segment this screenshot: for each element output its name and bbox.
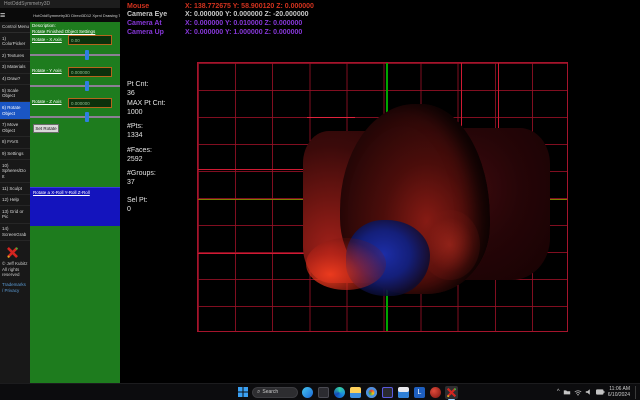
battery-icon[interactable]: [596, 388, 605, 396]
control-menu-sidebar: Control Menu 1) ColorPicker 2) Textures …: [0, 22, 30, 383]
rotate-y-label: Rotate - Y Axis: [32, 68, 62, 73]
trademarks-privacy-link[interactable]: Trademarks / Privacy: [2, 282, 28, 294]
stat-pts: #Pts:1334: [127, 123, 143, 141]
photos-app-icon[interactable]: [381, 386, 394, 399]
app-header: ≡ HotOddSymmetry3D Direct3D12 Xprnl Draw…: [0, 8, 125, 22]
grid-highlight-segment: [461, 63, 462, 133]
sidebar-item-grid-or-pic[interactable]: 13) Grid or Pic: [0, 206, 30, 223]
task-view-icon[interactable]: [317, 386, 330, 399]
rotate-settings-panel: Description: Rotate Finished Object Sett…: [30, 22, 120, 383]
rotate-info-text: Rotate a X-Roll Y-Roll Z-Roll: [30, 188, 120, 195]
sidebar-item-textures[interactable]: 2) Textures: [0, 50, 30, 62]
hamburger-menu-icon[interactable]: ≡: [0, 10, 5, 20]
tray-clock[interactable]: 11:06 AM 6/10/2024: [608, 386, 630, 399]
chrome-browser-icon[interactable]: [365, 386, 378, 399]
hotoddsymmetry-app-icon[interactable]: [445, 386, 458, 399]
search-input[interactable]: ⌕ Search: [252, 387, 298, 398]
rotate-x-slider[interactable]: [30, 54, 120, 56]
stat-sel-pt: Sel Pt:0: [127, 197, 148, 215]
tray-date: 6/10/2024: [608, 392, 630, 399]
search-icon: ⌕: [257, 389, 260, 396]
desktop-title-strip: HotOddSymmetry3D: [0, 0, 125, 8]
rotate-z-input[interactable]: [68, 98, 112, 108]
footer-logo-x-icon: [6, 246, 19, 259]
wifi-icon[interactable]: [574, 388, 582, 396]
rotate-z-slider-thumb[interactable]: [85, 112, 89, 122]
stat-faces: #Faces:2592: [127, 147, 152, 165]
sidebar-item-move-object[interactable]: 7) Move Object: [0, 120, 30, 137]
stat-pt-cnt: Pt Cnt:36: [127, 81, 148, 99]
sidebar-item-favs[interactable]: 8) FAVS: [0, 137, 30, 149]
camera-eye-readout: Camera EyeX: 0.000000 Y: 0.000000 Z: -20…: [127, 11, 309, 18]
window-title: HotOddSymmetry3D Direct3D12 Xprnl Drawin…: [33, 13, 128, 18]
taskbar: ⌕ Search L ^ 11:06 AM 6/10/2024: [0, 383, 640, 400]
store-app-icon[interactable]: [397, 386, 410, 399]
sidebar-item-materials[interactable]: 3) Materials: [0, 62, 30, 74]
start-button[interactable]: [236, 386, 249, 399]
mouse-coords-readout: MouseX: 138.772675 Y: 58.900120 Z: 0.000…: [127, 3, 314, 10]
grid-highlight-segment: [307, 117, 355, 118]
edge-browser-icon[interactable]: [333, 386, 346, 399]
grid-highlight-segment: [198, 253, 308, 254]
viewport-3d[interactable]: MouseX: 138.772675 Y: 58.900120 Z: 0.000…: [120, 0, 640, 383]
rotate-x-input[interactable]: [68, 35, 112, 45]
sidebar-item-draw[interactable]: 4) Draw?: [0, 74, 30, 86]
sidebar-header: Control Menu: [0, 22, 30, 33]
red-app-icon[interactable]: [429, 386, 442, 399]
rotate-x-label: Rotate - X Axis: [32, 37, 62, 42]
volume-icon[interactable]: [585, 388, 593, 396]
rotate-y-slider-thumb[interactable]: [85, 81, 89, 91]
set-rotate-button[interactable]: Set Rotate: [33, 124, 59, 133]
model-red-hotspot: [306, 238, 386, 290]
camera-up-readout: Camera UpX: 0.000000 Y: 1.000000 Z: 0.00…: [127, 29, 302, 36]
tray-chevron-icon[interactable]: ^: [557, 389, 560, 395]
panel-title-link[interactable]: Rotate Finished Object Settings: [32, 29, 95, 34]
camera-at-readout: Camera AtX: 0.000000 Y: 0.010000 Z: 0.00…: [127, 20, 302, 27]
rotate-info-box: Rotate a X-Roll Y-Roll Z-Roll: [30, 187, 120, 226]
file-explorer-icon[interactable]: [349, 386, 362, 399]
sidebar-item-help[interactable]: 12) Help: [0, 195, 30, 207]
sidebar-item-settings[interactable]: 9) Settings: [0, 149, 30, 161]
stat-groups: #Groups:37: [127, 170, 156, 188]
sidebar-item-colorpicker[interactable]: 1) ColorPicker: [0, 33, 30, 50]
rotate-y-input[interactable]: [68, 67, 112, 77]
stat-max-pt-cnt: MAX Pt Cnt:1000: [127, 100, 166, 118]
description-label: Description:: [32, 23, 56, 28]
desktop-title: HotOddSymmetry3D: [0, 0, 125, 8]
rotate-y-slider[interactable]: [30, 85, 120, 87]
sidebar-item-spheres[interactable]: 10) Spheres/Do It: [0, 160, 30, 183]
sidebar-item-sculpt[interactable]: 11) Sculpt: [0, 183, 30, 195]
rotate-x-slider-thumb[interactable]: [85, 50, 89, 60]
copilot-icon[interactable]: [301, 386, 314, 399]
sidebar-footer: © Jeff Kubitz All rights reserved Tradem…: [0, 244, 30, 295]
sidebar-item-scale-object[interactable]: 5) Scale Object: [0, 85, 30, 102]
copyright-text: © Jeff Kubitz All rights reserved: [2, 261, 28, 279]
model-red-streaks: [420, 210, 480, 280]
show-desktop-button[interactable]: [635, 386, 637, 399]
sidebar-item-rotate-object[interactable]: 6) Rotate Object: [0, 102, 30, 119]
rotate-z-slider[interactable]: [30, 116, 120, 118]
vscode-app-icon[interactable]: L: [413, 386, 426, 399]
sidebar-item-screengrab[interactable]: 14) ScreenGrab: [0, 224, 30, 241]
tray-folder-icon[interactable]: [563, 388, 571, 396]
rotate-z-label: Rotate - Z Axis: [32, 99, 62, 104]
